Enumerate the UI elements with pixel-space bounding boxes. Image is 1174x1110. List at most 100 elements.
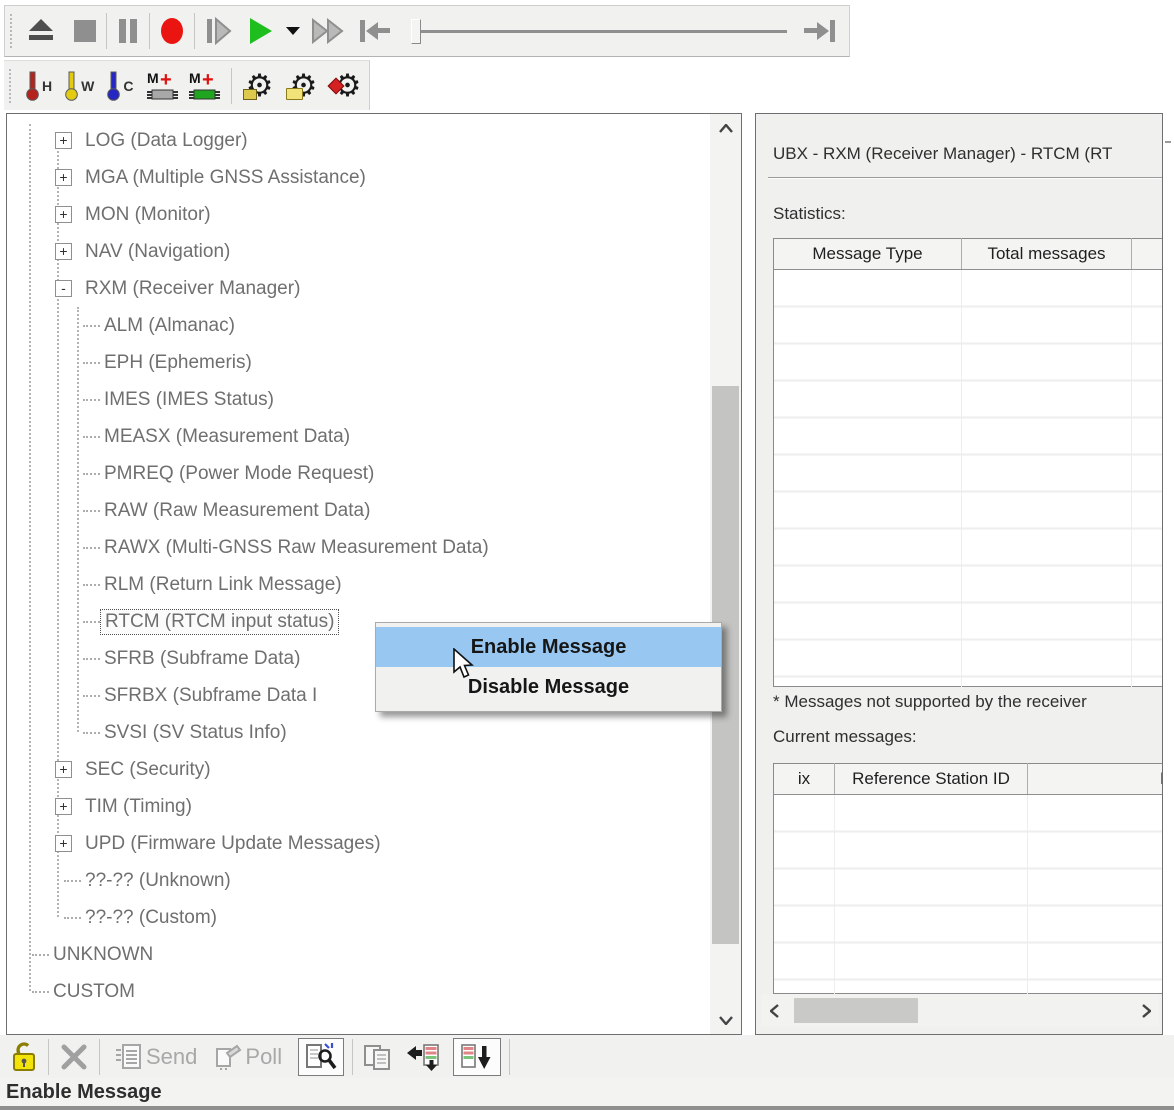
chip-plus-green-icon: M + — [187, 69, 223, 103]
tree-item-eph-ephemeris[interactable]: EPH (Ephemeris) — [7, 344, 709, 381]
tree-branch-stub — [32, 954, 49, 956]
scroll-up-button[interactable] — [710, 114, 741, 142]
export-table-button[interactable] — [453, 1038, 501, 1076]
poll-button[interactable]: Poll — [213, 1042, 288, 1072]
detail-scrollbar-thumb[interactable] — [794, 998, 918, 1023]
tree-item-label: ??-?? (Custom) — [85, 907, 217, 929]
expand-icon[interactable]: + — [55, 132, 72, 149]
step-icon — [203, 17, 233, 45]
tree-item-label: TIM (Timing) — [85, 796, 192, 818]
tree-item-mga-multiple-gnss-assistance[interactable]: + MGA (Multiple GNSS Assistance) — [7, 159, 709, 196]
toolbar-separator — [99, 1039, 100, 1075]
tree-item-nav-navigation[interactable]: +NAV (Navigation) — [7, 233, 709, 270]
tree-branch-stub — [83, 547, 100, 549]
current-messages-table: ixReference Station IDMessa — [773, 763, 1163, 994]
fast-forward-button[interactable] — [311, 18, 345, 44]
tree-item-rxm-receiver-manager[interactable]: -RXM (Receiver Manager) — [7, 270, 709, 307]
expand-icon[interactable]: + — [55, 169, 72, 186]
column-header-message-type[interactable]: Message Type — [774, 239, 962, 270]
hotstart-button[interactable]: H — [23, 70, 56, 101]
tree-item-sec-security[interactable]: +SEC (Security) — [7, 751, 709, 788]
menu-item-enable-message[interactable]: Enable Message — [376, 627, 721, 667]
column-header-reference-station-id[interactable]: Reference Station ID — [835, 764, 1028, 795]
skip-to-end-button[interactable] — [803, 18, 839, 44]
tree-item-alm-almanac[interactable]: ALM (Almanac) — [7, 307, 709, 344]
scroll-right-button[interactable] — [1133, 994, 1159, 1027]
tree-item-unknown[interactable]: UNKNOWN — [7, 936, 709, 973]
tree-item-pmreq-power-mode-request[interactable]: PMREQ (Power Mode Request) — [7, 455, 709, 492]
tree-item-raw-raw-measurement-data[interactable]: RAW (Raw Measurement Data) — [7, 492, 709, 529]
tree-item-rlm-return-link-message[interactable]: RLM (Return Link Message) — [7, 566, 709, 603]
tree-item-label: RTCM (RTCM input status) — [100, 609, 339, 635]
tree-item-imes-imes-status[interactable]: IMES (IMES Status) — [7, 381, 709, 418]
skip-to-start-button[interactable] — [357, 18, 393, 44]
receiver-toolbar: H W C M + M + ⚙ — [4, 60, 370, 110]
progress-slider-handle[interactable] — [411, 19, 421, 44]
chip-plus-gray-icon: M + — [145, 69, 181, 103]
import-table-button[interactable] — [405, 1042, 443, 1072]
tree-item-measx-measurement-data[interactable]: MEASX (Measurement Data) — [7, 418, 709, 455]
stop-button[interactable] — [72, 18, 98, 44]
coldstart-button[interactable]: C — [104, 70, 137, 101]
tree-item-unknown[interactable]: ??-?? (Unknown) — [7, 862, 709, 899]
chip-plus-gray-button[interactable]: M + — [145, 69, 181, 103]
collapse-icon[interactable]: - — [55, 280, 72, 297]
toolbar-separator — [48, 1039, 49, 1075]
toolbar-grip[interactable] — [10, 14, 14, 48]
progress-slider[interactable] — [411, 30, 787, 33]
delete-button[interactable] — [57, 1042, 91, 1072]
tree-item-label: MGA (Multiple GNSS Assistance) — [85, 167, 366, 189]
chip-plus-green-button[interactable]: M + — [187, 69, 223, 103]
gear-folder-button[interactable]: ⚙ — [284, 66, 322, 106]
tree-item-log-data-logger[interactable]: +LOG (Data Logger) — [7, 122, 709, 159]
tree-item-label: RAW (Raw Measurement Data) — [104, 500, 370, 522]
play-button[interactable] — [247, 16, 275, 46]
pause-button[interactable] — [115, 17, 141, 45]
expand-icon[interactable]: + — [55, 761, 72, 778]
table-body — [774, 795, 1164, 994]
tree-item-rawx-multi-gnss-raw-measurement-data[interactable]: RAWX (Multi-GNSS Raw Measurement Data) — [7, 529, 709, 566]
toolbar-grip[interactable] — [9, 69, 13, 103]
expand-icon[interactable]: + — [55, 206, 72, 223]
tree-item-label: RXM (Receiver Manager) — [85, 278, 300, 300]
mouse-cursor — [452, 648, 478, 685]
tree-item-label: PMREQ (Power Mode Request) — [104, 463, 374, 485]
chevron-up-icon — [719, 124, 733, 133]
detail-horizontal-scrollbar[interactable] — [761, 994, 1159, 1027]
tree-item-tim-timing[interactable]: + TIM (Timing) — [7, 788, 709, 825]
expand-icon[interactable]: + — [55, 798, 72, 815]
tree-item-svsi-sv-status-info[interactable]: SVSI (SV Status Info) — [7, 714, 709, 751]
expand-icon[interactable]: + — [55, 243, 72, 260]
table-body — [774, 270, 1164, 687]
unlock-button[interactable] — [10, 1040, 40, 1074]
tree-item-label: SFRBX (Subframe Data I — [104, 685, 317, 707]
send-button[interactable]: Send — [114, 1042, 203, 1072]
tree-item-custom[interactable]: CUSTOM — [7, 973, 709, 1010]
record-button[interactable] — [158, 16, 186, 46]
toolbar-separator — [231, 68, 232, 104]
column-header-messa[interactable]: Messa — [1028, 764, 1164, 795]
warmstart-button[interactable]: W — [62, 70, 98, 101]
column-header-ix[interactable]: ix — [774, 764, 835, 795]
tree-item-upd-firmware-update-messages[interactable]: +UPD (Firmware Update Messages) — [7, 825, 709, 862]
play-speed-dropdown[interactable] — [285, 26, 301, 36]
scroll-left-button[interactable] — [761, 994, 787, 1027]
record-icon — [158, 16, 186, 46]
tree-item-mon-monitor[interactable]: +MON (Monitor) — [7, 196, 709, 233]
poll-document-icon — [213, 1042, 243, 1072]
gear-chip-button[interactable]: ⚙ — [240, 66, 278, 106]
menu-item-disable-message[interactable]: Disable Message — [376, 667, 721, 707]
scroll-down-button[interactable] — [710, 1006, 741, 1034]
step-button[interactable] — [203, 17, 233, 45]
tree-vertical-scrollbar[interactable] — [710, 114, 741, 1034]
status-text: Enable Message — [6, 1081, 162, 1104]
copy-documents-button[interactable] — [361, 1042, 395, 1072]
tree-item-custom[interactable]: ??-?? (Custom) — [7, 899, 709, 936]
expand-icon[interactable]: + — [55, 835, 72, 852]
title-divider — [768, 177, 1163, 179]
eject-button[interactable] — [26, 18, 56, 44]
gear-diamond-button[interactable]: ⚙ — [328, 66, 366, 106]
column-header-cr[interactable]: CR — [1132, 239, 1164, 270]
view-messages-button[interactable] — [298, 1038, 344, 1076]
column-header-total-messages[interactable]: Total messages — [962, 239, 1132, 270]
